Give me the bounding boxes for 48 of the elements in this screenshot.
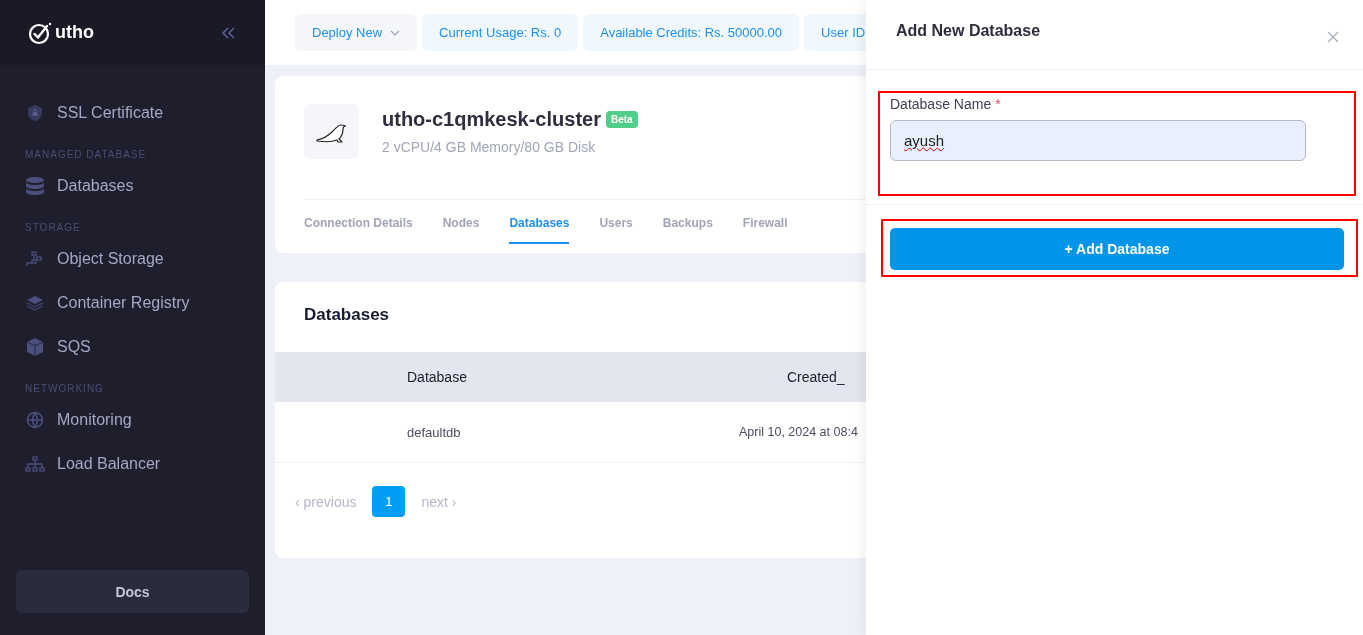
deploy-new-button[interactable]: Deploy New <box>295 14 418 51</box>
stat-pill: Available Credits: Rs. 50000.00 <box>583 14 800 51</box>
column-header: Created_ <box>786 369 845 385</box>
tab[interactable]: Users <box>599 200 633 244</box>
docs-button[interactable]: Docs <box>16 570 249 613</box>
next-link[interactable]: next › <box>421 493 457 510</box>
collapse-icon[interactable] <box>221 26 235 39</box>
sidebar-item[interactable]: Databases <box>0 168 265 204</box>
cluster-specs: 2 vCPU/4 GB Memory/80 GB Disk <box>382 139 597 155</box>
tab[interactable]: Connection Details <box>304 200 413 244</box>
cluster-name: utho-c1qmkesk-cluster <box>382 108 601 131</box>
input-field[interactable]: ayush <box>890 120 1306 161</box>
globe-icon <box>25 411 45 429</box>
section-heading: MANAGED DATABASE <box>24 149 148 160</box>
table-cell-text: April 10, 2024 at 08:4 <box>738 425 858 439</box>
tab[interactable]: Nodes <box>442 200 480 244</box>
beta-badge: Beta <box>605 111 638 128</box>
sidebar-item[interactable]: Load Balancer <box>0 446 265 482</box>
previous-link[interactable]: ‹ previous <box>295 493 357 510</box>
add-database-button[interactable]: + Add Database <box>890 228 1344 270</box>
section-heading: NETWORKING <box>24 383 105 394</box>
logo-check-icon <box>28 20 52 45</box>
database-icon <box>25 176 45 196</box>
logo-text: utho <box>55 22 94 43</box>
chevron-down-icon <box>390 29 401 36</box>
sidebar-item[interactable]: SSL Certificate <box>0 95 265 131</box>
layers-icon <box>25 295 45 311</box>
table-cell-text: defaultdb <box>406 424 462 440</box>
card-title: Databases <box>303 304 391 326</box>
sidebar-item[interactable]: Object Storage <box>0 241 265 277</box>
tab[interactable]: Firewall <box>742 200 788 244</box>
close-icon[interactable] <box>1327 31 1339 43</box>
tab[interactable]: Backups <box>662 200 713 244</box>
sidebar-item[interactable]: SQS <box>0 329 265 365</box>
shield-lock-icon <box>25 104 45 122</box>
stat-pill: Current Usage: Rs. 0 <box>422 14 579 51</box>
tab[interactable]: Databases <box>509 200 570 244</box>
nodes-icon <box>25 251 45 267</box>
panel-title: Add New Database <box>896 22 1041 40</box>
cube-icon <box>25 337 45 357</box>
required-mark: * <box>995 96 1001 112</box>
sidebar-item[interactable]: Container Registry <box>0 285 265 321</box>
page-button[interactable]: 1 <box>372 486 406 517</box>
field-label: Database Name <box>890 96 992 112</box>
section-heading: STORAGE <box>24 222 82 233</box>
sitemap-icon <box>25 456 45 472</box>
column-header: Database <box>406 369 468 385</box>
sidebar-item[interactable]: Monitoring <box>0 402 265 438</box>
